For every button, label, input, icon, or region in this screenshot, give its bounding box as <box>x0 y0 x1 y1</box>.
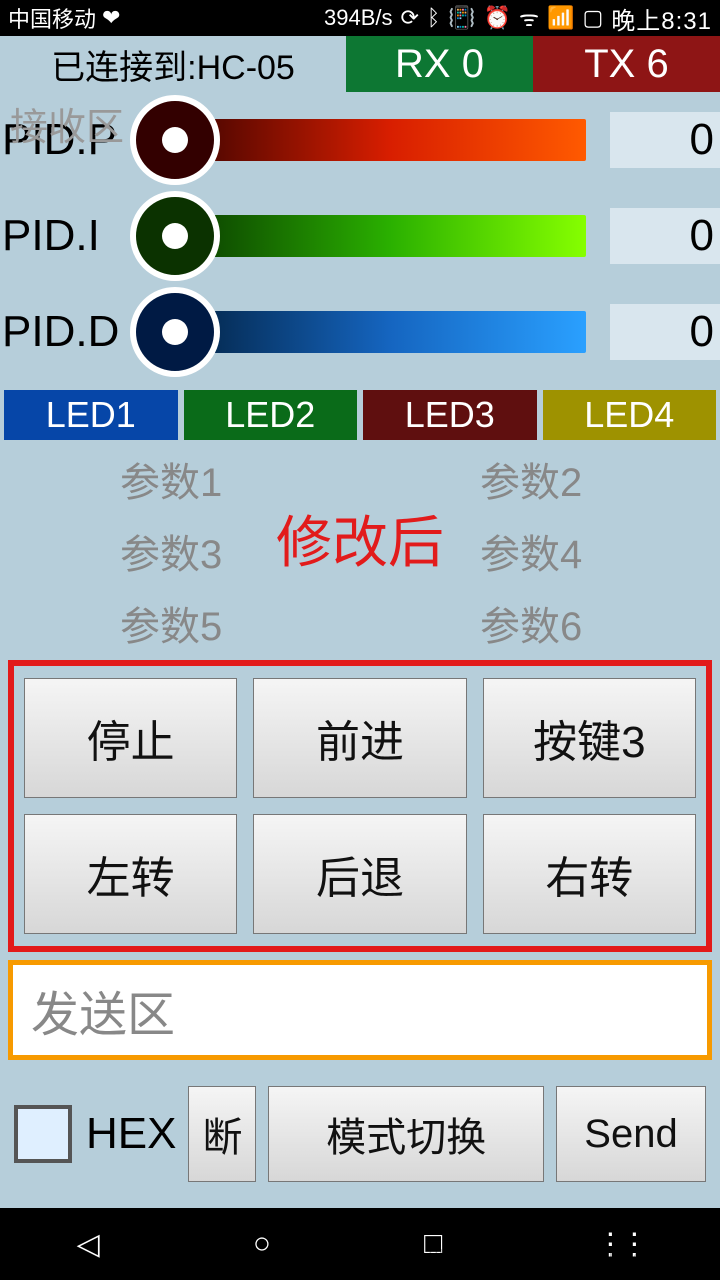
tx-counter: TX 6 <box>533 36 720 92</box>
back-button[interactable]: 后退 <box>253 814 466 934</box>
wifi-icon: ᯤ <box>519 3 539 33</box>
param5-label: 参数5 <box>120 594 222 652</box>
more-nav-icon[interactable]: ⋮⋮ <box>595 1227 643 1262</box>
receive-area-label: 接收区 <box>10 96 124 151</box>
direction-button-grid: 停止 前进 按键3 左转 后退 右转 <box>8 660 712 952</box>
status-bar: 中国移动 ❤ 394B/s ⟳ ᛒ 📳 ⏰ ᯤ 📶 ▢ 晚上8:31 <box>0 0 720 36</box>
vibrate-icon: 📳 <box>448 5 475 31</box>
carrier-label: 中国移动 <box>8 2 96 34</box>
mode-switch-button[interactable]: 模式切换 <box>268 1086 544 1182</box>
stop-button[interactable]: 停止 <box>24 678 237 798</box>
left-button[interactable]: 左转 <box>24 814 237 934</box>
pid-d-slider[interactable] <box>150 311 598 353</box>
pid-i-thumb[interactable] <box>130 191 220 281</box>
battery-icon: ▢ <box>582 5 603 31</box>
pid-i-value: 0 <box>610 208 720 264</box>
pid-p-thumb[interactable] <box>130 95 220 185</box>
hex-label: HEX <box>86 1109 176 1159</box>
pid-p-slider[interactable] <box>150 119 598 161</box>
led4-button[interactable]: LED4 <box>543 390 717 440</box>
signal-icon: 📶 <box>547 5 574 31</box>
sync-icon: ⟳ <box>401 5 419 31</box>
annotation-text: 修改后 <box>276 498 444 579</box>
bluetooth-icon: ᛒ <box>427 5 440 31</box>
android-nav-bar: ◁ ○ □ ⋮⋮ <box>0 1208 720 1280</box>
param6-label: 参数6 <box>480 594 582 652</box>
param3-label: 参数3 <box>120 522 222 580</box>
rx-counter: RX 0 <box>346 36 533 92</box>
alarm-icon: ⏰ <box>484 5 511 31</box>
pid-p-value: 0 <box>610 112 720 168</box>
home-nav-icon[interactable]: ○ <box>253 1227 271 1261</box>
send-input[interactable]: 发送区 <box>8 960 712 1060</box>
forward-button[interactable]: 前进 <box>253 678 466 798</box>
led2-button[interactable]: LED2 <box>184 390 358 440</box>
network-speed: 394B/s <box>324 5 393 31</box>
heart-icon: ❤ <box>102 5 120 31</box>
param4-label: 参数4 <box>480 522 582 580</box>
connection-status: 已连接到:HC-05 <box>0 36 346 92</box>
send-button[interactable]: Send <box>556 1086 706 1182</box>
hex-checkbox[interactable] <box>14 1105 72 1163</box>
key3-button[interactable]: 按键3 <box>483 678 696 798</box>
right-button[interactable]: 右转 <box>483 814 696 934</box>
pid-i-slider[interactable] <box>150 215 598 257</box>
recents-nav-icon[interactable]: □ <box>424 1227 442 1261</box>
led1-button[interactable]: LED1 <box>4 390 178 440</box>
param1-label: 参数1 <box>120 450 222 508</box>
pid-d-thumb[interactable] <box>130 287 220 377</box>
disconnect-button[interactable]: 断 <box>188 1086 256 1182</box>
pid-d-label: PID.D <box>0 307 150 357</box>
led3-button[interactable]: LED3 <box>363 390 537 440</box>
pid-d-value: 0 <box>610 304 720 360</box>
clock: 晚上8:31 <box>611 1 712 36</box>
pid-i-label: PID.I <box>0 211 150 261</box>
back-nav-icon[interactable]: ◁ <box>77 1227 100 1262</box>
param2-label: 参数2 <box>480 450 582 508</box>
